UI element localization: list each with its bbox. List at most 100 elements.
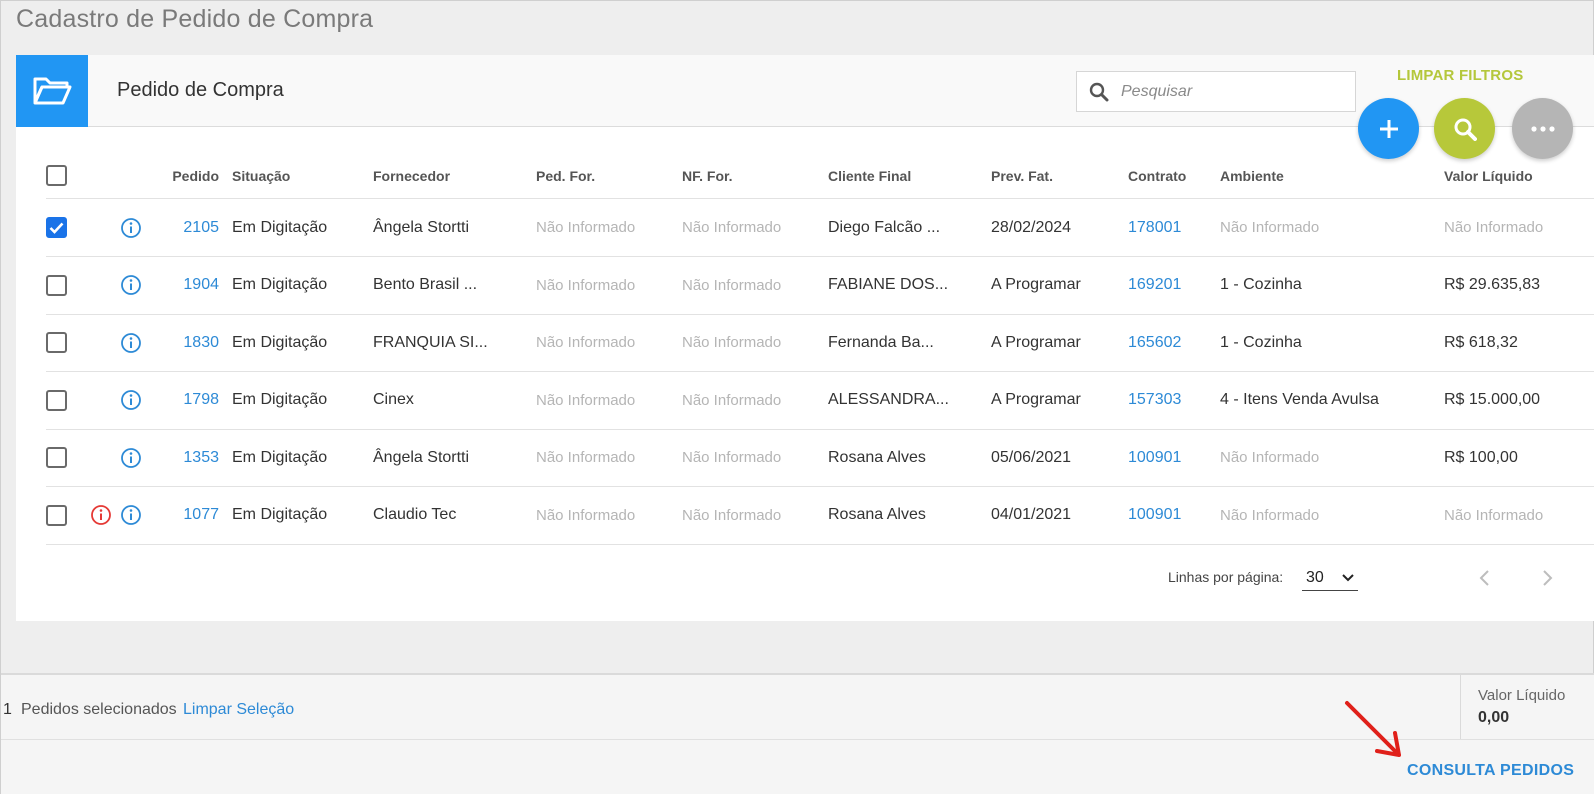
row-icons-cell <box>86 257 146 314</box>
row-select-cell <box>46 314 76 371</box>
table-row[interactable]: 1904 Em Digitação Bento Brasil ... Não Info… <box>46 257 1594 315</box>
cell-pedido[interactable]: 2105 <box>146 199 219 256</box>
search-field[interactable] <box>1076 71 1356 112</box>
plus-icon <box>1379 119 1398 138</box>
column-header-cliente-final[interactable]: Cliente Final <box>828 143 978 198</box>
row-checkbox[interactable] <box>46 389 67 411</box>
rows-per-page-value: 30 <box>1306 568 1324 586</box>
column-header-valor-liquido[interactable]: Valor Líquido <box>1444 143 1584 198</box>
cell-fornecedor: Ângela Stortti <box>373 448 470 466</box>
cell-valor-liquido: Não Informado <box>1444 219 1544 236</box>
table-row[interactable]: 1077 Em Digitação Claudio Tec Não Informado… <box>46 487 1594 545</box>
cell-situacao: Em Digitação <box>232 276 328 293</box>
cell-pedido[interactable]: 1830 <box>146 314 219 371</box>
cell-cliente-final: FABIANE DOS... <box>828 276 949 293</box>
row-select-cell <box>46 429 76 486</box>
cell-situacao: Em Digitação <box>232 448 328 466</box>
column-header-ambiente[interactable]: Ambiente <box>1220 143 1420 198</box>
chevron-right-icon[interactable] <box>1542 569 1554 587</box>
table-row[interactable]: 1830 Em Digitação FRANQUIA SI... Não Inform… <box>46 314 1594 372</box>
info-icon[interactable] <box>120 504 142 526</box>
cell-valor-liquido: R$ 618,32 <box>1444 333 1518 351</box>
cell-nf-for: Não Informado <box>682 276 782 294</box>
row-checkbox[interactable] <box>46 447 67 468</box>
select-all-checkbox[interactable] <box>46 165 67 186</box>
cell-cliente-final: Diego Falcão ... <box>828 218 941 236</box>
cell-prev-fat: A Programar <box>991 391 1081 408</box>
cell-valor-liquido: R$ 100,00 <box>1444 448 1518 466</box>
column-header-nf-for[interactable]: NF. For. <box>682 143 812 198</box>
cell-contrato[interactable]: 100901 <box>1128 487 1208 544</box>
table-row[interactable]: 1353 Em Digitação Ângela Stortti Não Inform… <box>46 429 1594 487</box>
table-header-row: Pedido Situação Fornecedor Ped. For. NF.… <box>46 143 1594 199</box>
info-icon[interactable] <box>120 217 142 239</box>
table-row[interactable]: 2105 Em Digitação Ângela Stortti Não Inform… <box>46 199 1594 257</box>
cell-ambiente: 4 - Itens Venda Avulsa <box>1220 391 1379 408</box>
row-icons-cell <box>86 199 146 256</box>
rows-per-page-select[interactable]: 30 <box>1302 565 1358 591</box>
info-icon[interactable] <box>120 389 142 411</box>
orders-card: Pedido de Compra LIMPAR FILTROS <box>16 55 1594 621</box>
rows-per-page-label: Linhas por página: <box>1168 569 1284 585</box>
cell-pedido[interactable]: 1353 <box>146 429 219 486</box>
column-header-contrato[interactable]: Contrato <box>1128 143 1208 198</box>
cell-ambiente: Não Informado <box>1220 506 1320 524</box>
folder-open-icon <box>16 55 88 127</box>
search-input[interactable] <box>1121 82 1341 101</box>
cell-pedido[interactable]: 1798 <box>146 372 219 429</box>
cell-prev-fat: 04/01/2021 <box>991 506 1072 523</box>
cell-cliente-final: Rosana Alves <box>828 448 926 466</box>
cell-fornecedor: Bento Brasil ... <box>373 276 478 293</box>
cell-cliente-final: Rosana Alves <box>828 506 926 523</box>
cell-ambiente: 1 - Cozinha <box>1220 276 1302 293</box>
more-horizontal-icon <box>1530 125 1555 132</box>
clear-selection-link[interactable]: Limpar Seleção <box>183 701 294 719</box>
cell-ped-for: Não Informado <box>536 219 636 236</box>
consulta-pedidos-button[interactable]: CONSULTA PEDIDOS <box>1407 762 1574 780</box>
row-checkbox[interactable] <box>46 217 67 238</box>
chevron-left-icon[interactable] <box>1478 569 1490 587</box>
search-icon <box>1089 82 1109 101</box>
selected-label: Pedidos selecionados <box>21 701 177 718</box>
cell-ped-for: Não Informado <box>536 391 636 409</box>
cell-prev-fat: 05/06/2021 <box>991 448 1072 466</box>
cell-prev-fat: A Programar <box>991 333 1081 351</box>
cell-contrato[interactable]: 165602 <box>1128 314 1208 371</box>
info-icon[interactable] <box>120 274 142 296</box>
clear-filters-button[interactable]: LIMPAR FILTROS <box>1397 67 1523 84</box>
cell-valor-liquido: R$ 29.635,83 <box>1444 276 1541 293</box>
info-icon[interactable] <box>120 332 142 354</box>
cell-contrato[interactable]: 169201 <box>1128 257 1208 314</box>
info-icon[interactable] <box>120 447 142 469</box>
row-icons-cell <box>86 314 146 371</box>
cell-pedido[interactable]: 1904 <box>146 257 219 314</box>
column-header-pedido[interactable]: Pedido <box>146 143 219 198</box>
column-header-fornecedor[interactable]: Fornecedor <box>373 143 523 198</box>
column-header-ped-for[interactable]: Ped. For. <box>536 143 666 198</box>
row-checkbox[interactable] <box>46 274 67 296</box>
cell-cliente-final: Fernanda Ba... <box>828 333 934 351</box>
cell-contrato[interactable]: 100901 <box>1128 429 1208 486</box>
table-row[interactable]: 1798 Em Digitação Cinex Não Informado Não In… <box>46 372 1594 430</box>
card-header: Pedido de Compra LIMPAR FILTROS <box>16 55 1594 127</box>
cell-pedido[interactable]: 1077 <box>146 487 219 544</box>
cell-cliente-final: ALESSANDRA... <box>828 391 949 408</box>
column-header-prev-fat[interactable]: Prev. Fat. <box>991 143 1111 198</box>
cell-ped-for: Não Informado <box>536 276 636 294</box>
cell-contrato[interactable]: 157303 <box>1128 372 1208 429</box>
row-checkbox[interactable] <box>46 332 67 353</box>
cell-ambiente: 1 - Cozinha <box>1220 333 1302 351</box>
search-icon <box>1454 118 1477 141</box>
cell-nf-for: Não Informado <box>682 506 782 524</box>
cell-situacao: Em Digitação <box>232 333 328 351</box>
row-checkbox[interactable] <box>46 504 67 526</box>
row-icons-cell <box>86 372 146 429</box>
row-icons-cell <box>86 487 146 544</box>
cell-fornecedor: Cinex <box>373 391 414 408</box>
check-icon <box>49 222 64 234</box>
column-header-situacao[interactable]: Situação <box>232 143 362 198</box>
row-select-cell <box>46 199 76 256</box>
alert-info-icon[interactable] <box>90 504 112 526</box>
cell-contrato[interactable]: 178001 <box>1128 199 1208 256</box>
cell-valor-liquido: R$ 15.000,00 <box>1444 391 1541 408</box>
